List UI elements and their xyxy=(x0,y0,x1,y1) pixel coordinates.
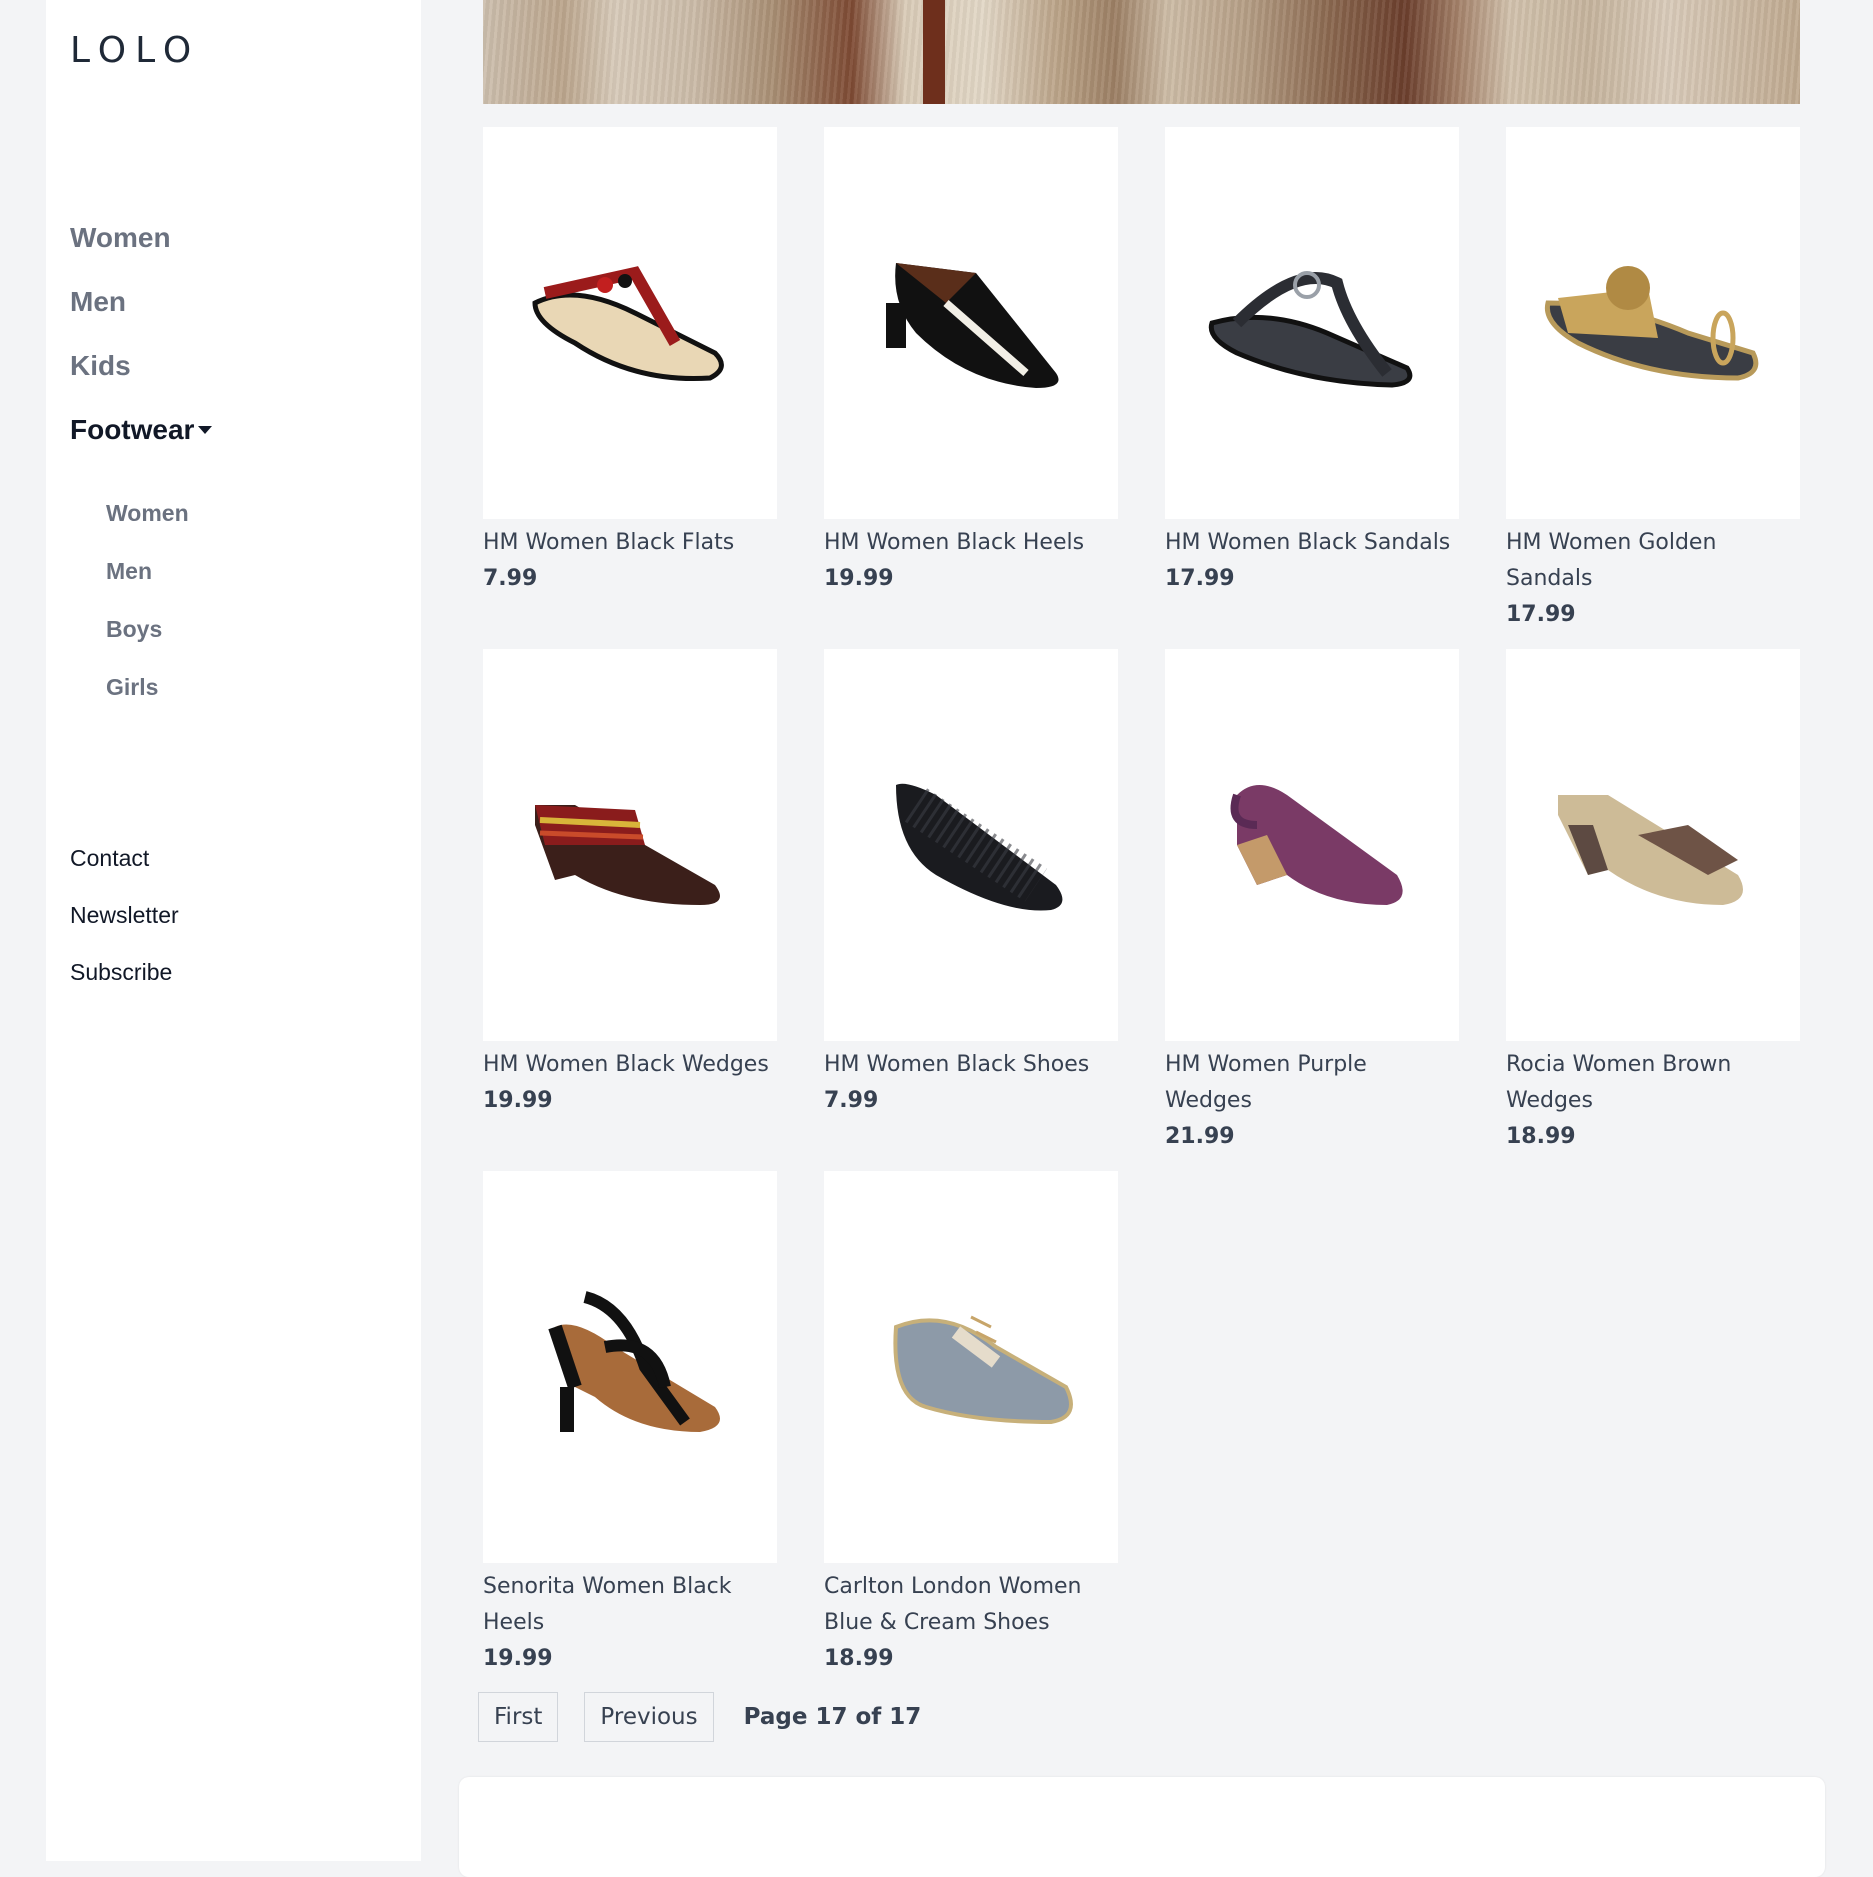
flat-thong-sandal-icon xyxy=(532,266,724,382)
hero-texture xyxy=(483,0,1800,104)
product-card[interactable]: Carlton London Women Blue & Cream Shoes … xyxy=(824,1171,1118,1677)
main-nav: Women Men Kids Footwear xyxy=(70,222,213,478)
toe-ring-sandal-icon xyxy=(1544,266,1759,381)
nav-item-men[interactable]: Men xyxy=(70,286,212,350)
nav-item-women[interactable]: Women xyxy=(70,222,212,286)
product-name[interactable]: HM Women Black Wedges xyxy=(483,1047,777,1083)
product-price: 17.99 xyxy=(1165,566,1235,591)
product-price: 19.99 xyxy=(824,566,894,591)
product-image[interactable] xyxy=(824,127,1118,519)
product-name[interactable]: HM Women Golden Sandals xyxy=(1506,525,1800,597)
sub-nav-item-men[interactable]: Men xyxy=(106,558,189,616)
product-image[interactable] xyxy=(1165,649,1459,1041)
sub-nav-item-boys[interactable]: Boys xyxy=(106,616,189,674)
oxford-shoe-icon xyxy=(893,1315,1073,1425)
product-card[interactable]: HM Women Black Heels 19.99 xyxy=(824,127,1118,597)
product-image[interactable] xyxy=(483,1171,777,1563)
sidebar: LOLO Women Men Kids Footwear Women Men B… xyxy=(46,0,421,1861)
product-name[interactable]: HM Women Black Heels xyxy=(824,525,1118,561)
strappy-heel-icon xyxy=(548,1291,720,1432)
footer-link-subscribe[interactable]: Subscribe xyxy=(70,959,179,1016)
slingback-wedge-icon xyxy=(1230,785,1403,905)
product-card[interactable]: HM Women Golden Sandals 17.99 xyxy=(1506,127,1800,633)
product-card[interactable]: Rocia Women Brown Wedges 18.99 xyxy=(1506,649,1800,1155)
product-name[interactable]: HM Women Black Flats xyxy=(483,525,777,561)
footer-card xyxy=(459,1777,1825,1877)
footwear-sub-nav: Women Men Boys Girls xyxy=(106,500,189,732)
clothing-rack-pole xyxy=(923,0,945,104)
product-price: 19.99 xyxy=(483,1088,553,1113)
product-name[interactable]: Rocia Women Brown Wedges xyxy=(1506,1047,1800,1119)
product-price: 21.99 xyxy=(1165,1124,1235,1149)
product-name[interactable]: HM Women Purple Wedges xyxy=(1165,1047,1459,1119)
product-price: 18.99 xyxy=(824,1646,894,1671)
product-image[interactable] xyxy=(1165,127,1459,519)
first-page-button[interactable]: First xyxy=(478,1692,559,1742)
flat-thong-sandal-icon xyxy=(1208,271,1413,388)
previous-page-button[interactable]: Previous xyxy=(584,1692,714,1742)
hero-banner-image xyxy=(483,0,1800,104)
wedge-sandal-icon xyxy=(535,805,720,905)
product-card[interactable]: HM Women Black Flats 7.99 xyxy=(483,127,777,597)
product-name[interactable]: HM Women Black Shoes xyxy=(824,1047,1118,1083)
product-price: 7.99 xyxy=(483,566,538,591)
nav-item-kids[interactable]: Kids xyxy=(70,350,212,414)
product-price: 19.99 xyxy=(483,1646,553,1671)
sub-nav-item-girls[interactable]: Girls xyxy=(106,674,189,732)
nav-item-footwear-label: Footwear xyxy=(70,414,195,445)
brand-logo[interactable]: LOLO xyxy=(70,30,200,71)
page-indicator: Page 17 of 17 xyxy=(743,1704,922,1730)
product-card[interactable]: HM Women Black Sandals 17.99 xyxy=(1165,127,1459,597)
product-name[interactable]: Carlton London Women Blue & Cream Shoes xyxy=(824,1569,1118,1641)
product-image[interactable] xyxy=(824,649,1118,1041)
sub-nav-item-women[interactable]: Women xyxy=(106,500,189,558)
product-card[interactable]: HM Women Black Shoes 7.99 xyxy=(824,649,1118,1119)
ballet-flat-icon xyxy=(896,783,1063,911)
product-price: 17.99 xyxy=(1506,602,1576,627)
footer-nav: Contact Newsletter Subscribe xyxy=(70,845,179,1016)
product-card[interactable]: HM Women Black Wedges 19.99 xyxy=(483,649,777,1119)
product-price: 7.99 xyxy=(824,1088,879,1113)
product-price: 18.99 xyxy=(1506,1124,1576,1149)
product-image[interactable] xyxy=(1506,127,1800,519)
product-image[interactable] xyxy=(824,1171,1118,1563)
wedge-mule-icon xyxy=(1558,795,1743,905)
heeled-thong-sandal-icon xyxy=(886,263,1059,388)
product-image[interactable] xyxy=(483,127,777,519)
footer-link-newsletter[interactable]: Newsletter xyxy=(70,902,179,959)
nav-item-footwear[interactable]: Footwear xyxy=(70,414,213,478)
product-card[interactable]: HM Women Purple Wedges 21.99 xyxy=(1165,649,1459,1155)
product-name[interactable]: Senorita Women Black Heels xyxy=(483,1569,777,1641)
footer-link-contact[interactable]: Contact xyxy=(70,845,179,902)
pagination: First Previous Page 17 of 17 xyxy=(478,1692,921,1742)
caret-down-icon xyxy=(198,425,213,434)
product-image[interactable] xyxy=(483,649,777,1041)
product-name[interactable]: HM Women Black Sandals xyxy=(1165,525,1459,561)
product-image[interactable] xyxy=(1506,649,1800,1041)
product-card[interactable]: Senorita Women Black Heels 19.99 xyxy=(483,1171,777,1677)
